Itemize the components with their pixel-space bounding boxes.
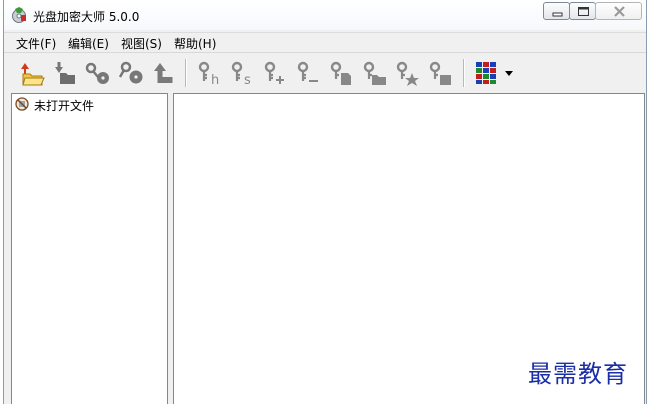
menu-help[interactable]: 帮助(H) [174, 35, 216, 52]
key-file-icon [330, 61, 351, 85]
watermark-text: 最需教育 [528, 360, 628, 388]
no-file-icon [15, 97, 29, 111]
menu-file[interactable]: 文件(F) [16, 35, 56, 52]
maximize-button[interactable] [569, 2, 596, 20]
decrypt-disc-button[interactable] [115, 59, 145, 87]
upload-icon [154, 63, 173, 83]
view-grid-icon [476, 62, 496, 84]
load-button[interactable] [49, 59, 79, 87]
maximize-icon [578, 7, 589, 16]
key-file-button[interactable] [326, 59, 356, 87]
key-drive-button[interactable] [425, 59, 455, 87]
view-mode-button[interactable] [472, 59, 502, 87]
key-drive-icon [429, 61, 451, 85]
key-star-button[interactable] [392, 59, 422, 87]
open-button[interactable] [16, 59, 46, 87]
close-icon [614, 6, 625, 17]
key-s-button[interactable]: s [227, 59, 257, 87]
tree-item-label: 未打开文件 [34, 99, 95, 113]
disc-key-icon [12, 7, 26, 23]
key-folder-button[interactable] [359, 59, 389, 87]
open-folder-icon [21, 63, 45, 86]
close-button[interactable] [595, 2, 642, 20]
key-h-button[interactable]: h [194, 59, 224, 87]
menu-bar: 文件(F) 编辑(E) 视图(S) 帮助(H) [4, 32, 646, 52]
encrypt-disc-icon [85, 62, 109, 84]
minimize-button[interactable] [543, 2, 570, 20]
view-mode-dropdown[interactable] [502, 59, 516, 87]
key-folder-icon [363, 61, 386, 85]
toolbar-separator [185, 59, 187, 87]
key-add-button[interactable] [260, 59, 290, 87]
key-remove-button[interactable] [293, 59, 323, 87]
app-window: 光盘加密大师 5.0.0 文件(F) 编辑(E) 视图(S) 帮助(H) h s… [3, 0, 647, 404]
minimize-icon [552, 12, 563, 17]
svg-text:h: h [211, 73, 219, 87]
upload-button[interactable] [148, 59, 178, 87]
decrypt-disc-icon [118, 61, 143, 84]
load-icon [55, 62, 75, 84]
dropdown-arrow-icon [505, 71, 513, 76]
menu-edit[interactable]: 编辑(E) [68, 35, 109, 52]
key-remove-icon [297, 61, 318, 82]
encrypt-disc-button[interactable] [82, 59, 112, 87]
menu-view[interactable]: 视图(S) [121, 35, 162, 52]
svg-text:s: s [244, 73, 251, 87]
window-title: 光盘加密大师 5.0.0 [33, 10, 140, 24]
toolbar-separator [463, 59, 465, 87]
toolbar: h s [4, 52, 646, 93]
key-h-icon: h [198, 61, 219, 87]
key-s-icon: s [231, 61, 251, 87]
file-tree-pane[interactable]: 未打开文件 [11, 93, 168, 404]
title-bar[interactable]: 光盘加密大师 5.0.0 [4, 0, 646, 30]
key-star-icon [396, 61, 419, 86]
key-add-icon [264, 61, 284, 84]
